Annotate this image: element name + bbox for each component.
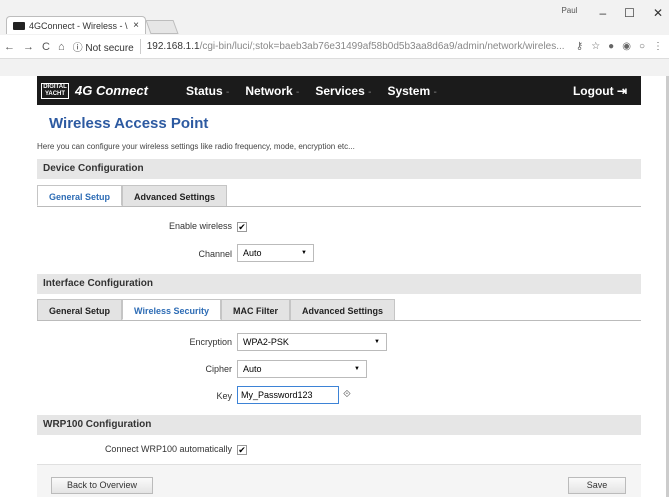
wrp-connect-label: Connect WRP100 automatically (104, 444, 232, 454)
brand[interactable]: DIGITAL YACHT 4G Connect (41, 82, 148, 99)
maximize-button[interactable]: ☐ (624, 6, 635, 20)
home-button[interactable]: ⌂ (58, 41, 65, 53)
browser-chrome: 4GConnect - Wireless - \ × Paul – ☐ ✕ ← … (0, 0, 669, 76)
close-window-button[interactable]: ✕ (653, 6, 663, 20)
enable-wireless-row: Enable wireless (100, 221, 232, 231)
menu-system[interactable]: System - (387, 84, 436, 98)
wrp-connect-row: Connect WRP100 automatically (60, 444, 232, 454)
minimize-button[interactable]: – (599, 6, 606, 20)
menu-status[interactable]: Status - (186, 84, 229, 98)
key-input[interactable]: My_Password123 (237, 386, 339, 404)
key-icon[interactable]: ⚷ (576, 41, 583, 52)
tab-mac-filter[interactable]: MAC Filter (221, 299, 290, 320)
reload-button[interactable]: C (42, 41, 50, 53)
encryption-row: Encryption (100, 337, 232, 347)
main-content: Wireless Access Point Here you can confi… (37, 105, 641, 151)
reveal-password-icon[interactable]: ⟐ (343, 389, 351, 400)
device-tabs: General Setup Advanced Settings (37, 185, 641, 207)
tab-close-icon[interactable]: × (133, 20, 139, 31)
address-bar-row: ← → C ⌂ ⓘ Not secure 192.168.1.1 /cgi-bi… (0, 35, 669, 59)
tab-general-setup-iface[interactable]: General Setup (37, 299, 123, 320)
tab-advanced-settings-iface[interactable]: Advanced Settings (290, 299, 396, 320)
extension-icon-3[interactable]: ○ (639, 41, 645, 52)
cipher-row: Cipher (100, 364, 232, 374)
favicon-icon (13, 21, 25, 30)
key-row: Key (100, 391, 232, 401)
enable-wireless-checkbox[interactable]: ✔ (237, 222, 247, 232)
extension-icon[interactable]: ● (608, 41, 614, 52)
forward-button[interactable]: → (23, 41, 34, 53)
tab-general-setup[interactable]: General Setup (37, 185, 123, 206)
interface-tabs: General Setup Wireless Security MAC Filt… (37, 299, 641, 321)
save-button[interactable]: Save (568, 477, 626, 494)
url-host: 192.168.1.1 (146, 41, 200, 52)
extension-icon-2[interactable]: ◉ (622, 41, 631, 52)
brand-name: 4G Connect (75, 83, 148, 98)
page-description: Here you can configure your wireless set… (37, 142, 355, 151)
footer-bar: Back to Overview Save (37, 464, 641, 497)
tab-wireless-security[interactable]: Wireless Security (122, 299, 221, 320)
tab-advanced-settings[interactable]: Advanced Settings (122, 185, 228, 206)
title-bar: 4GConnect - Wireless - \ × Paul – ☐ ✕ (0, 0, 669, 34)
encryption-select[interactable]: WPA2-PSK ▼ (237, 333, 387, 351)
digital-yacht-logo: DIGITAL YACHT (41, 82, 69, 99)
url-icons: ⚷ ☆ ● ◉ ○ ⋮ (576, 41, 669, 52)
star-icon[interactable]: ☆ (591, 41, 600, 52)
key-label: Key (216, 391, 232, 401)
chevron-down-icon: ▼ (374, 339, 380, 345)
browser-tab[interactable]: 4GConnect - Wireless - \ × (6, 16, 146, 34)
wrp-config-header: WRP100 Configuration (37, 415, 641, 435)
menu-services[interactable]: Services - (315, 84, 371, 98)
back-button[interactable]: ← (4, 41, 15, 53)
url-input[interactable]: ⓘ Not secure 192.168.1.1 /cgi-bin/luci/;… (73, 38, 568, 56)
chevron-down-icon: ▼ (354, 366, 360, 372)
cipher-label: Cipher (205, 364, 232, 374)
wrp-connect-checkbox[interactable]: ✔ (237, 445, 247, 455)
logout-link[interactable]: Logout ⇥ (573, 84, 627, 98)
menu-icon[interactable]: ⋮ (653, 41, 663, 52)
tab-title: 4GConnect - Wireless - \ (29, 20, 128, 31)
user-badge[interactable]: Paul (561, 6, 577, 20)
new-tab-button[interactable] (145, 20, 179, 34)
top-navbar: DIGITAL YACHT 4G Connect Status - Networ… (37, 76, 641, 105)
enable-wireless-label: Enable wireless (168, 221, 232, 231)
device-config-header: Device Configuration (37, 159, 641, 179)
window-controls: Paul – ☐ ✕ (561, 6, 663, 20)
interface-config-header: Interface Configuration (37, 274, 641, 294)
channel-select[interactable]: Auto ▼ (237, 244, 314, 262)
main-menu: Status - Network - Services - System - (186, 84, 437, 98)
page-title: Wireless Access Point (49, 115, 209, 132)
logout-icon: ⇥ (613, 83, 627, 98)
channel-label: Channel (198, 249, 232, 259)
menu-network[interactable]: Network - (245, 84, 299, 98)
channel-row: Channel (100, 249, 232, 259)
cipher-select[interactable]: Auto ▼ (237, 360, 367, 378)
chevron-down-icon: ▼ (301, 250, 307, 256)
not-secure-indicator[interactable]: ⓘ Not secure (73, 39, 141, 54)
encryption-label: Encryption (189, 337, 232, 347)
back-to-overview-button[interactable]: Back to Overview (51, 477, 153, 494)
url-path: /cgi-bin/luci/;stok=baeb3ab76e31499af58b… (199, 41, 565, 52)
